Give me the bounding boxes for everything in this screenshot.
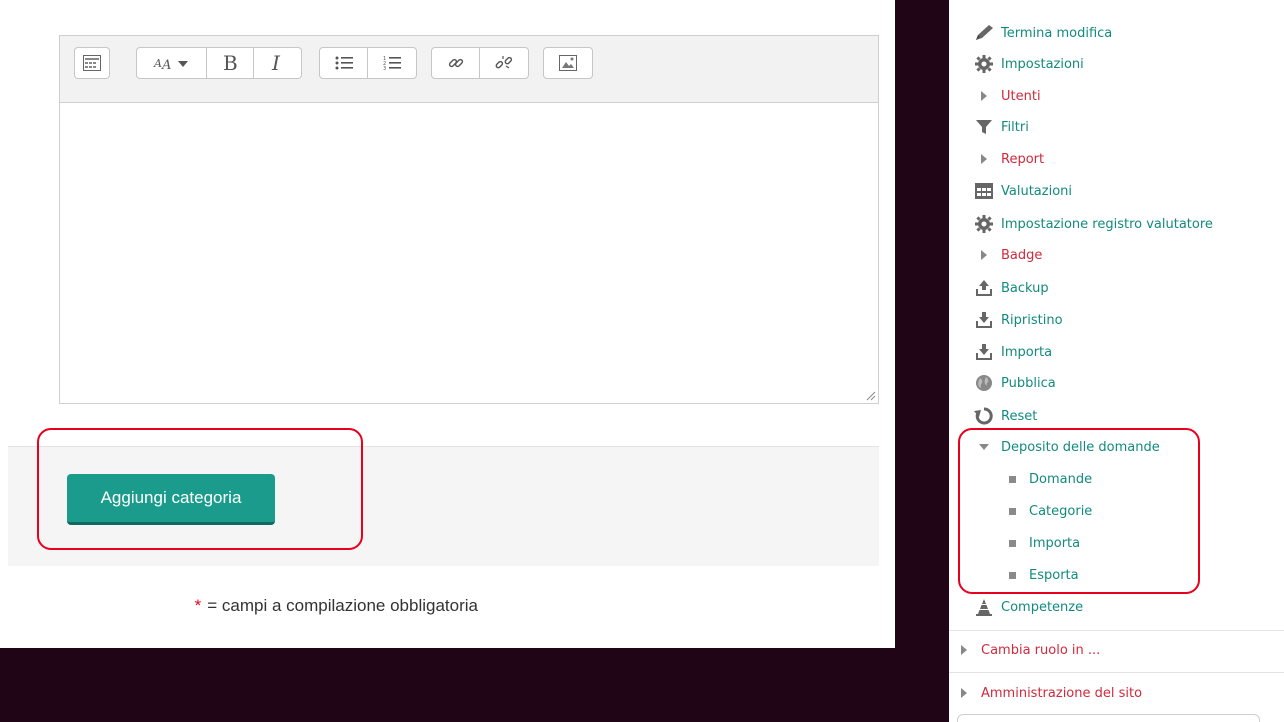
editor-toolbar: A A B I 1 2 3 (60, 36, 878, 103)
svg-text:3: 3 (383, 66, 386, 71)
table-icon (973, 181, 995, 201)
ordered-list-icon: 1 2 3 (383, 56, 401, 71)
toolbar-group-toggle (74, 47, 110, 79)
sidebar-item-label: Impostazioni (1001, 56, 1084, 72)
caret-right-icon (973, 245, 995, 265)
toolbar-group-links (431, 47, 529, 79)
unordered-list-button[interactable] (320, 48, 368, 78)
svg-text:I: I (271, 53, 281, 73)
sidebar-item-label: Competenze (1001, 599, 1084, 615)
italic-icon: I (271, 53, 281, 73)
gear-icon (973, 214, 995, 234)
sidebar-item-utenti[interactable]: Utenti (973, 84, 1041, 108)
italic-button[interactable]: I (254, 48, 301, 78)
toolbar-group-lists: 1 2 3 (319, 47, 417, 79)
svg-text:A: A (153, 57, 162, 70)
toolbar-group-media (543, 47, 593, 79)
sidebar-item-badge[interactable]: Badge (973, 243, 1042, 267)
globe-icon (973, 373, 995, 393)
sidebar-item-termina-modifica[interactable]: Termina modifica (973, 21, 1112, 45)
sidebar-item-filtri[interactable]: Filtri (973, 115, 1029, 139)
caret-right-icon (973, 86, 995, 106)
sidebar-search-input[interactable] (957, 714, 1260, 722)
caret-right-icon (973, 149, 995, 169)
required-fields-note: * = campi a compilazione obbligatoria (195, 596, 478, 616)
course-admin-sidebar: Termina modifica Impostazioni Utenti Fil… (949, 0, 1284, 722)
font-style-button[interactable]: A A (137, 48, 207, 78)
sidebar-item-label: Reset (1001, 408, 1038, 424)
toolbar-toggle-button[interactable] (75, 48, 109, 78)
sidebar-item-label: Pubblica (1001, 375, 1056, 391)
image-button[interactable] (544, 48, 592, 78)
pencil-icon (973, 23, 995, 43)
link-icon (448, 58, 463, 68)
sidebar-item-importa[interactable]: Importa (973, 340, 1052, 364)
sidebar-item-report[interactable]: Report (973, 147, 1044, 171)
bold-button[interactable]: B (207, 48, 254, 78)
competency-icon (973, 597, 995, 617)
svg-text:A: A (161, 58, 171, 71)
sidebar-item-impostazioni[interactable]: Impostazioni (973, 52, 1084, 76)
gear-icon (973, 54, 995, 74)
image-icon (559, 55, 577, 71)
toolbar-group-format: A A B I (136, 47, 302, 79)
bold-icon: B (223, 53, 238, 73)
upload-icon (973, 278, 995, 298)
unlink-icon (495, 56, 513, 69)
sidebar-item-label: Filtri (1001, 119, 1029, 135)
required-star: * (194, 596, 202, 615)
caret-right-icon (953, 640, 975, 660)
highlight-box-button (37, 428, 363, 550)
sidebar-item-label: Utenti (1001, 88, 1041, 104)
keyboard-icon (83, 55, 101, 71)
sidebar-item-label: Badge (1001, 247, 1043, 263)
sidebar-item-cambia-ruolo[interactable]: Cambia ruolo in ... (953, 638, 1100, 662)
ordered-list-button[interactable]: 1 2 3 (368, 48, 416, 78)
sidebar-item-label: Importa (1001, 344, 1053, 360)
sidebar-item-competenze[interactable]: Competenze (973, 595, 1083, 619)
required-text: = campi a compilazione obbligatoria (207, 596, 478, 615)
svg-text:B: B (223, 53, 238, 73)
refresh-icon (973, 406, 995, 426)
sidebar-divider (949, 672, 1284, 673)
sidebar-item-backup[interactable]: Backup (973, 276, 1049, 300)
resize-grip-icon[interactable] (866, 391, 876, 401)
link-button[interactable] (432, 48, 480, 78)
sidebar-item-label: Report (1001, 151, 1045, 167)
main-panel: A A B I 1 2 3 Aggiungi categoria * = cam… (0, 0, 895, 648)
funnel-icon (973, 117, 995, 137)
sidebar-item-label: Amministrazione del sito (981, 685, 1143, 701)
sidebar-item-label: Cambia ruolo in ... (981, 642, 1101, 658)
text-editor: A A B I 1 2 3 (59, 35, 879, 404)
sidebar-item-impostazione-registro[interactable]: Impostazione registro valutatore (973, 212, 1213, 236)
sidebar-item-pubblica[interactable]: Pubblica (973, 371, 1056, 395)
sidebar-item-valutazioni[interactable]: Valutazioni (973, 179, 1072, 203)
font-style-icon: A A (153, 57, 188, 71)
sidebar-divider (949, 630, 1284, 631)
sidebar-item-label: Termina modifica (1001, 25, 1113, 41)
unordered-list-icon (335, 56, 353, 70)
sidebar-item-label: Valutazioni (1001, 183, 1073, 199)
unlink-button[interactable] (480, 48, 528, 78)
caret-right-icon (953, 683, 975, 703)
sidebar-item-label: Backup (1001, 280, 1049, 296)
highlight-box-question-bank (958, 428, 1200, 594)
download-icon (973, 342, 995, 362)
sidebar-item-label: Ripristino (1001, 312, 1063, 328)
sidebar-item-reset[interactable]: Reset (973, 404, 1037, 428)
sidebar-item-label: Impostazione registro valutatore (1001, 216, 1213, 232)
sidebar-item-ripristino[interactable]: Ripristino (973, 308, 1063, 332)
sidebar-item-amministrazione-sito[interactable]: Amministrazione del sito (953, 681, 1142, 705)
editor-text-area[interactable] (60, 104, 878, 403)
download-icon (973, 310, 995, 330)
